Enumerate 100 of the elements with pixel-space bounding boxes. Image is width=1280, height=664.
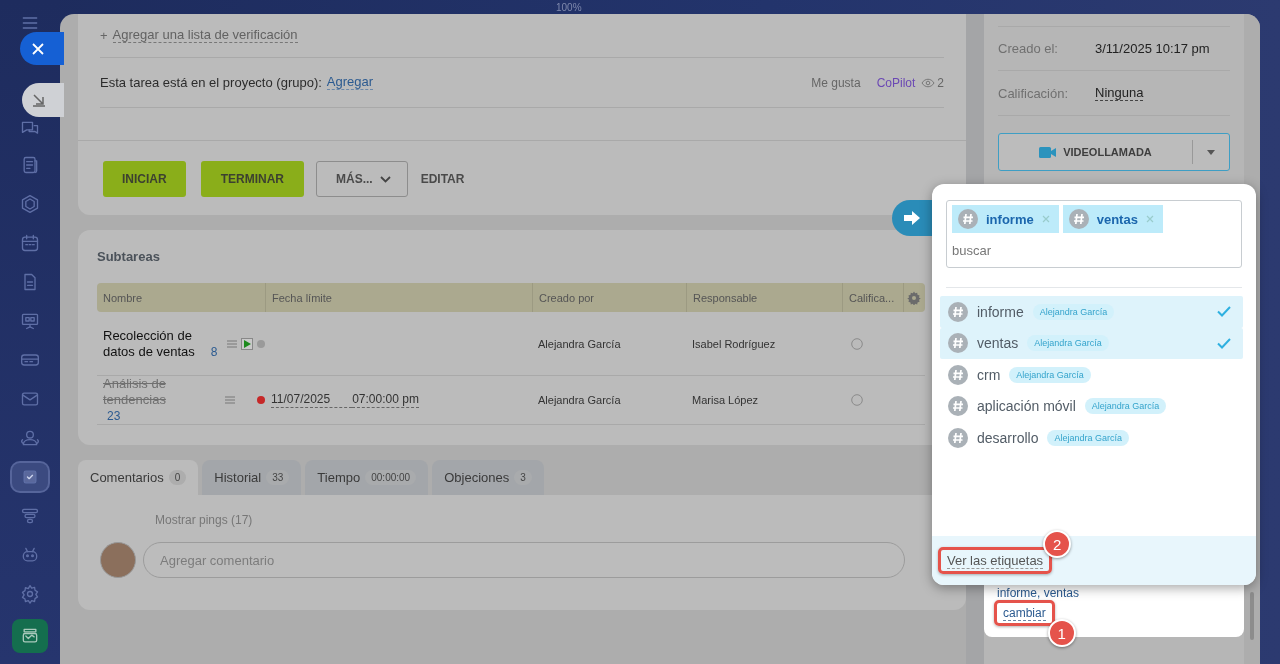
callout-badge: 2 [1043,530,1072,558]
arrow-button[interactable] [892,200,932,236]
tag-option[interactable]: ventas Alejandra García [940,327,1243,359]
tags-value: informe, ventas [997,586,1081,600]
avatar [100,542,136,578]
tag-option[interactable]: desarrollo Alejandra García [940,422,1243,454]
list-icon [227,339,237,348]
zoom-level: 100% [556,3,582,13]
column-header: Creado por [532,283,686,312]
check-icon [1217,337,1231,349]
table-cell: Alejandra García [538,337,621,350]
check-icon [1217,306,1231,318]
chevron-down-icon [379,175,391,183]
hash-icon [948,396,968,417]
settings-icon [907,290,921,305]
project-label: Esta tarea está en el proyecto (grupo): [100,75,322,90]
count-badge: 33 [266,470,290,485]
tab[interactable]: Historial 33 [202,460,302,495]
table-cell: Isabel Rodríguez [692,337,776,350]
tag-chip-label: informe [986,211,1034,227]
hash-icon [958,209,978,229]
add-project-link[interactable]: Agregar [326,75,374,90]
field-value[interactable]: Ninguna [1095,85,1144,101]
close-icon [1041,215,1050,223]
tag-name: crm [977,366,1001,383]
close-icon [1145,215,1154,223]
tag-name: informe [977,303,1024,320]
play-icon [243,339,251,348]
tag-name: aplicación móvil [977,398,1076,415]
owner-badge: Alejandra García [1009,366,1091,383]
owner-badge: Alejandra García [1027,335,1109,352]
field-label: Calificación: [998,85,1070,101]
search-field[interactable]: buscar [952,237,1236,263]
edit-button[interactable]: EDITAR [420,161,465,197]
tab[interactable]: Comentarios 0 [78,460,199,495]
people-icon [20,428,40,448]
tag-name: desarrollo [977,429,1039,446]
tab[interactable]: Tiempo 00:00:00 [305,460,429,495]
task-name[interactable]: Recolección de datos de ventas [103,327,203,360]
task-name[interactable]: Análisis de tendencias [103,376,203,408]
deadline-time[interactable]: 07:00:00 pm [352,392,419,408]
settings-icon [20,584,40,604]
tag-chip-label: ventas [1096,211,1138,227]
tag-name: ventas [977,335,1019,352]
hexagon-icon [20,194,40,214]
hash-icon [948,427,968,448]
subtask-count[interactable]: 23 [107,408,121,424]
comment-field[interactable]: Agregar comentario [143,542,905,578]
column-header: Fecha límite [265,283,532,312]
deadline-date[interactable]: 11/07/2025 [271,392,353,408]
column-header: Responsable [686,283,842,312]
video-call-button[interactable]: VIDEOLLAMADA [999,140,1193,164]
section-title: Subtareas [97,248,161,266]
owner-badge: Alejandra García [1047,429,1130,446]
eye-icon [921,77,936,88]
subtask-count[interactable]: 8 [210,343,218,360]
column-header: Califica... [842,283,903,312]
count-badge: 3 [514,470,532,485]
table-cell: Marisa López [692,394,759,406]
view-count: 2 [937,75,944,90]
tag-input[interactable]: informe ventas buscar [946,200,1242,268]
scrollbar [1250,592,1254,640]
field-label: Creado el: [998,41,1059,56]
tag-option[interactable]: informe Alejandra García [940,296,1243,328]
more-button[interactable]: MÁS... [316,161,408,197]
tab[interactable]: Objeciones 3 [432,460,544,495]
hash-icon [948,364,968,385]
count-badge: 00:00:00 [365,470,417,485]
field-value: 3/11/2025 10:17 pm [1095,41,1210,56]
close-button[interactable] [20,32,64,65]
hash-icon [948,301,968,322]
change-link[interactable]: cambiar [1003,606,1046,621]
view-tags-link[interactable]: Ver las etiquetas [947,553,1044,569]
callout-badge: 1 [1047,619,1076,647]
play-button[interactable] [241,337,253,350]
tag-option[interactable]: aplicación móvil Alejandra García [940,390,1243,422]
hash-icon [1068,209,1089,229]
filter-icon [20,506,40,526]
tag-option[interactable]: crm Alejandra García [940,359,1243,391]
owner-badge: Alejandra García [1032,303,1115,320]
column-header: Nombre [97,283,265,312]
caret-down-icon [1207,149,1215,155]
radio-icon [851,337,863,350]
app-icon [20,626,40,646]
add-checklist-link[interactable]: Agregar una lista de verificación [112,28,298,43]
list-icon [225,396,235,404]
camera-icon [1039,146,1057,158]
owner-badge: Alejandra García [1084,398,1167,415]
arrow-right-icon [904,211,920,225]
arrow-down-line-icon [32,93,46,107]
sidebar-item[interactable] [12,619,48,653]
radio-icon [851,394,863,406]
action-button[interactable]: INICIAR [103,161,186,197]
minimize-button[interactable] [22,83,64,117]
copilot-link[interactable]: CoPilot [876,75,916,90]
calendar-icon [20,233,40,253]
count-badge: 0 [168,470,187,485]
robot-icon [20,545,40,565]
action-button[interactable]: TERMINAR [200,161,304,197]
like-link[interactable]: Me gusta [811,75,861,90]
